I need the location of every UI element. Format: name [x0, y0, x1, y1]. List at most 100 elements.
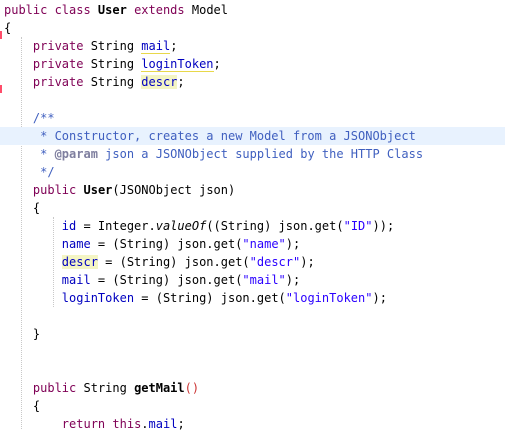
code-token: );: [285, 273, 301, 287]
code-line[interactable]: [0, 91, 505, 109]
code-token: descr: [141, 75, 178, 89]
code-line[interactable]: descr = (String) json.get("descr");: [0, 253, 505, 271]
code-token: getMail: [134, 381, 185, 395]
code-token: .: [141, 417, 149, 430]
code-line[interactable]: [0, 307, 505, 325]
code-token: extends: [134, 3, 185, 17]
code-token: User: [97, 3, 127, 17]
code-token: ((String) json.get(: [206, 219, 344, 233]
code-token: *: [4, 147, 55, 161]
code-text: private String loginToken;: [4, 55, 221, 73]
code-token: = (String) json.get(: [90, 273, 243, 287]
code-token: = (String) json.get(: [134, 291, 286, 305]
code-token: mail: [141, 39, 171, 54]
code-token: = Integer.: [76, 219, 156, 233]
code-token: Model: [184, 3, 228, 17]
code-token: = (String) json.get(: [90, 237, 243, 251]
code-token: ;: [170, 39, 178, 53]
code-line[interactable]: public String getMail(): [0, 379, 505, 397]
code-text: return this.mail;: [4, 415, 185, 430]
code-line[interactable]: */: [0, 163, 505, 181]
code-text: id = Integer.valueOf((String) json.get("…: [4, 217, 394, 235]
code-editor[interactable]: public class User extends Model { private…: [0, 0, 505, 430]
code-text: /**: [4, 109, 55, 127]
code-token: mail: [61, 273, 91, 287]
code-line[interactable]: * @param json a JSONObject supplied by t…: [0, 145, 505, 163]
code-line[interactable]: {: [0, 19, 505, 37]
code-text: }: [4, 325, 40, 343]
code-line[interactable]: id = Integer.valueOf((String) json.get("…: [0, 217, 505, 235]
code-line[interactable]: return this.mail;: [0, 415, 505, 430]
code-text: {: [4, 199, 40, 217]
code-token: public: [32, 381, 77, 395]
code-text: public class User extends Model: [4, 1, 228, 19]
code-line[interactable]: loginToken = (String) json.get("loginTok…: [0, 289, 505, 307]
code-token: String: [83, 57, 142, 71]
code-token: ;: [213, 57, 221, 71]
code-text: private String descr;: [4, 73, 185, 91]
code-token: /**: [32, 111, 55, 125]
current-code-line[interactable]: * Constructor, creates a new Model from …: [0, 127, 505, 145]
code-token: "mail": [242, 273, 286, 287]
code-token: name: [61, 237, 91, 251]
code-text: * Constructor, creates a new Model from …: [4, 127, 416, 145]
code-text: name = (String) json.get("name");: [4, 235, 300, 253]
code-token: {: [4, 399, 41, 413]
code-line[interactable]: [0, 361, 505, 379]
code-token: valueOf: [155, 219, 207, 233]
code-token: */: [4, 165, 55, 179]
code-token: @param: [54, 147, 98, 161]
code-token: String: [76, 381, 135, 395]
code-token: private: [32, 75, 84, 89]
code-line[interactable]: mail = (String) json.get("mail");: [0, 271, 505, 289]
code-token: json a JSONObject supplied by the HTTP C…: [97, 147, 424, 161]
code-text: */: [4, 163, 55, 181]
code-token: {: [4, 21, 12, 35]
code-token: loginToken: [141, 57, 214, 72]
code-token: public: [32, 183, 77, 197]
code-token: return: [61, 417, 106, 430]
code-token: "ID": [343, 219, 373, 233]
code-line[interactable]: {: [0, 397, 505, 415]
code-token: }: [4, 327, 41, 341]
code-token: loginToken: [61, 291, 135, 305]
code-token: "loginToken": [285, 291, 373, 305]
code-token: );: [300, 255, 315, 269]
code-line[interactable]: public class User extends Model: [0, 1, 505, 19]
code-line[interactable]: }: [0, 325, 505, 343]
code-token: (): [184, 381, 200, 395]
code-token: this: [112, 417, 142, 430]
code-text: {: [4, 19, 11, 37]
code-token: * Constructor, creates a new Model from …: [4, 129, 416, 143]
code-token: User: [83, 183, 113, 197]
code-text: descr = (String) json.get("descr");: [4, 253, 315, 271]
code-line[interactable]: private String descr;: [0, 73, 505, 91]
code-token: (JSONObject json): [112, 183, 236, 197]
code-line[interactable]: public User(JSONObject json): [0, 181, 505, 199]
code-line[interactable]: [0, 343, 505, 361]
code-token: mail: [148, 417, 178, 430]
code-line[interactable]: /**: [0, 109, 505, 127]
code-line[interactable]: private String mail;: [0, 37, 505, 55]
code-token: id: [61, 219, 77, 233]
code-line[interactable]: name = (String) json.get("name");: [0, 235, 505, 253]
code-line[interactable]: private String loginToken;: [0, 55, 505, 73]
code-token: ));: [372, 219, 395, 233]
code-token: = (String) json.get(: [97, 255, 250, 269]
code-token: String: [83, 39, 142, 53]
code-token: descr: [61, 255, 98, 269]
code-text: {: [4, 397, 40, 415]
code-text: mail = (String) json.get("mail");: [4, 271, 300, 289]
code-line[interactable]: {: [0, 199, 505, 217]
code-token: private: [32, 57, 84, 71]
